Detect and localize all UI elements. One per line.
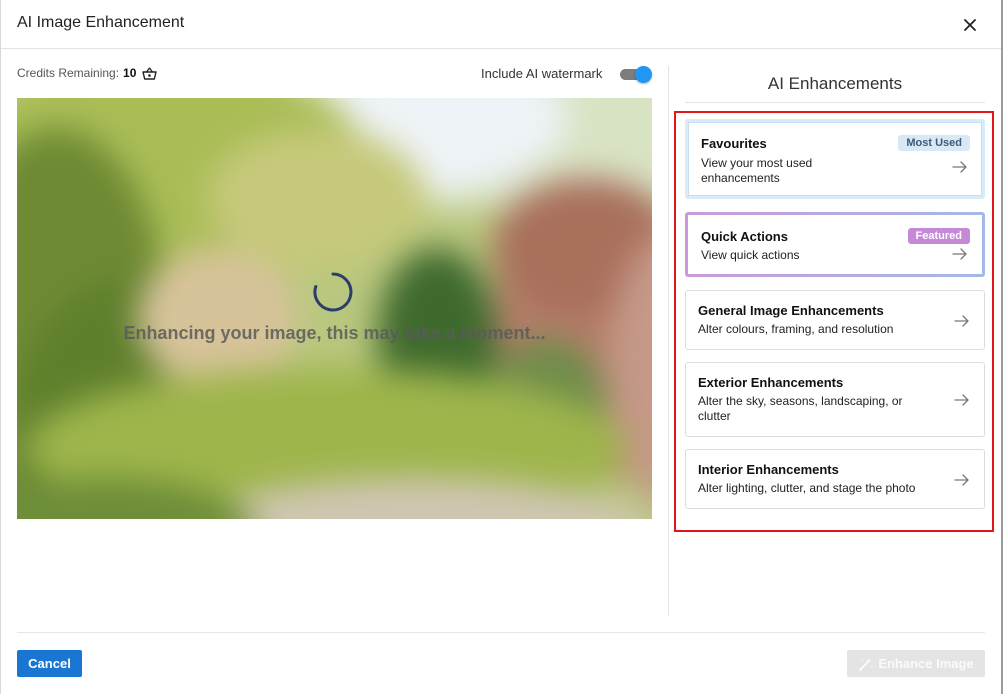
card-general-enhancements[interactable]: General Image Enhancements Alter colours…: [685, 290, 985, 350]
card-title: Interior Enhancements: [698, 462, 839, 477]
toggle-knob: [635, 66, 652, 83]
close-button[interactable]: [959, 14, 981, 36]
arrow-right-icon: [954, 474, 969, 486]
footer-divider: [17, 632, 985, 633]
magic-wand-icon: [859, 657, 874, 671]
card-interior-enhancements[interactable]: Interior Enhancements Alter lighting, cl…: [685, 449, 985, 509]
credits-label: Credits Remaining:: [17, 66, 120, 80]
enhance-image-label: Enhance Image: [878, 656, 974, 671]
dialog-header: AI Image Enhancement: [1, 0, 1001, 49]
basket-icon: [142, 66, 158, 80]
arrow-right-icon: [954, 315, 969, 327]
most-used-badge: Most Used: [898, 135, 970, 151]
card-description: Alter colours, framing, and resolution: [698, 322, 894, 336]
enhance-image-button[interactable]: Enhance Image: [847, 650, 985, 677]
close-icon: [964, 19, 976, 31]
arrow-right-icon: [952, 248, 967, 260]
card-description: View your most used enhancements: [701, 156, 813, 185]
column-divider: [668, 66, 669, 616]
credits-remaining: Credits Remaining: 10: [17, 66, 158, 80]
featured-badge: Featured: [907, 228, 970, 244]
enhancing-status: Enhancing your image, this may take a mo…: [123, 323, 546, 343]
card-title: Quick Actions: [701, 229, 788, 244]
panel-title: AI Enhancements: [767, 74, 903, 93]
watermark-label: Include AI watermark: [481, 66, 603, 81]
credits-count: 10: [123, 66, 137, 80]
card-description: Alter lighting, clutter, and stage the p…: [698, 481, 916, 495]
card-description: Alter the sky, seasons, landscaping, or …: [698, 394, 903, 423]
image-preview: Enhancing your image, this may take a mo…: [17, 98, 652, 519]
card-exterior-enhancements[interactable]: Exterior Enhancements Alter the sky, sea…: [685, 362, 985, 437]
dialog-title: AI Image Enhancement: [17, 14, 185, 31]
arrow-right-icon: [954, 394, 969, 406]
watermark-toggle[interactable]: [619, 66, 653, 83]
card-title: General Image Enhancements: [698, 303, 884, 318]
card-description: View quick actions: [701, 248, 800, 262]
card-quick-actions[interactable]: Quick Actions Featured View quick action…: [685, 212, 985, 277]
panel-title-divider: [685, 102, 985, 103]
loading-spinner-icon: [313, 272, 353, 312]
cancel-button[interactable]: Cancel: [17, 650, 82, 677]
ai-enhancement-dialog: AI Image Enhancement Credits Remaining: …: [0, 0, 1003, 694]
arrow-right-icon: [952, 161, 967, 173]
card-title: Exterior Enhancements: [698, 375, 844, 390]
card-title: Favourites: [701, 136, 767, 151]
card-favourites[interactable]: Favourites Most Used View your most used…: [685, 119, 985, 199]
